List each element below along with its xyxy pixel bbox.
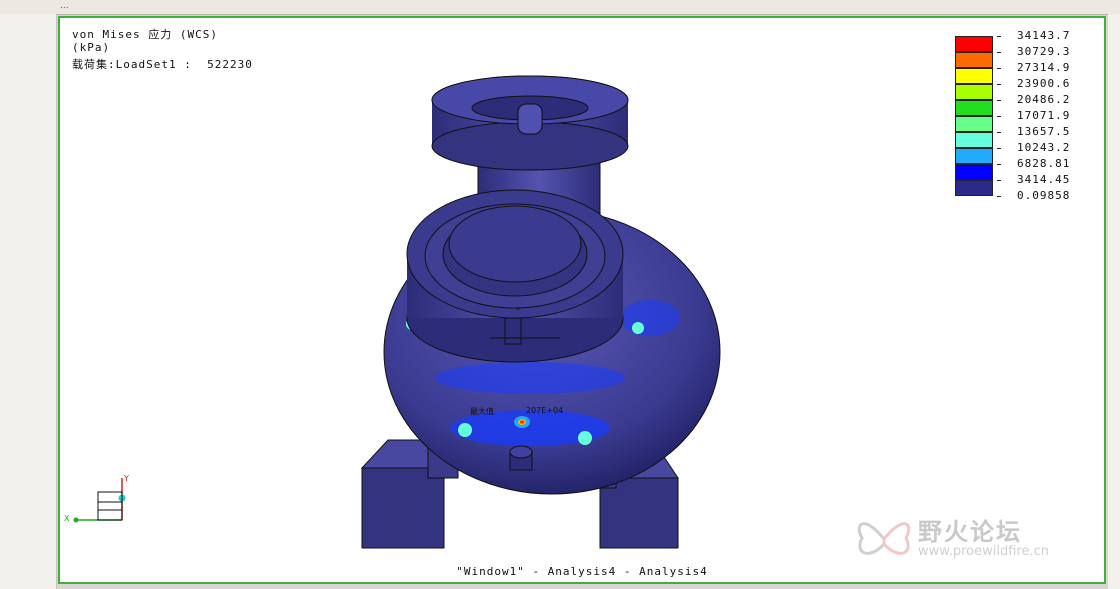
- window-title: ...: [60, 1, 69, 11]
- casing-cover: ×: [406, 189, 624, 363]
- legend-tick: [997, 68, 1001, 69]
- watermark-title: 野火论坛: [918, 518, 1022, 546]
- legend-tick: [997, 132, 1001, 133]
- drain-boss: [509, 445, 533, 471]
- right-panel: [1108, 14, 1120, 589]
- coordinate-triad-icon: [73, 478, 126, 523]
- watermark-url: www.proewildfire.cn: [918, 544, 1049, 559]
- legend-swatch-8: [955, 148, 993, 164]
- legend-swatch-4: [955, 84, 993, 100]
- legend-value-11: 0.09858: [1017, 189, 1071, 202]
- legend-swatch-2: [955, 52, 993, 68]
- legend-value-7: 13657.5: [1017, 125, 1071, 138]
- legend-tick: [997, 196, 1001, 197]
- max-value-label: 最大值: [470, 407, 494, 416]
- legend-swatch-9: [955, 164, 993, 180]
- legend-tick: [997, 100, 1001, 101]
- legend-tick: [997, 164, 1001, 165]
- legend-tick: [997, 116, 1001, 117]
- forum-watermark: 野火论坛 www.proewildfire.cn: [850, 508, 1050, 568]
- legend-swatch-5: [955, 100, 993, 116]
- legend-tick: [997, 36, 1001, 37]
- butterfly-logo-icon: [857, 522, 911, 555]
- legend-swatch-10: [955, 180, 993, 196]
- legend-value-1: 34143.7: [1017, 29, 1071, 42]
- graphics-viewport[interactable]: von Mises 应力 (WCS) (kPa) 载荷集:LoadSet1 : …: [58, 16, 1106, 584]
- max-value-number: 207E+04: [526, 406, 564, 415]
- legend-value-2: 30729.3: [1017, 45, 1071, 58]
- legend-value-9: 6828.81: [1017, 157, 1071, 170]
- legend-swatch-1: [955, 36, 993, 52]
- legend-tick: [997, 148, 1001, 149]
- legend-value-8: 10243.2: [1017, 141, 1071, 154]
- triad-y-label: Y: [124, 474, 129, 483]
- legend-swatch-7: [955, 132, 993, 148]
- pump-model[interactable]: ×: [60, 18, 1104, 582]
- svg-text:×: ×: [516, 305, 520, 313]
- legend-value-3: 27314.9: [1017, 61, 1071, 74]
- window-titlebar: ...: [0, 0, 1120, 15]
- legend-value-6: 17071.9: [1017, 109, 1071, 122]
- legend-value-4: 23900.6: [1017, 77, 1071, 90]
- left-panel: [0, 14, 57, 589]
- legend-tick: [997, 180, 1001, 181]
- triad-x-label: X: [64, 514, 70, 523]
- legend-tick: [997, 84, 1001, 85]
- legend-value-10: 3414.45: [1017, 173, 1071, 186]
- legend-value-5: 20486.2: [1017, 93, 1071, 106]
- legend-tick: [997, 52, 1001, 53]
- legend-swatch-3: [955, 68, 993, 84]
- legend-swatch-6: [955, 116, 993, 132]
